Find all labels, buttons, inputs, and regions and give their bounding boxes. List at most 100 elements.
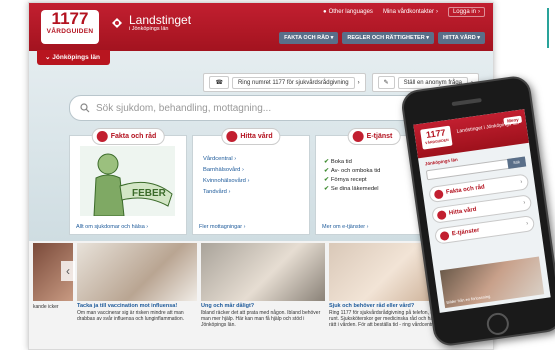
- etjanst-list: ✔ Boka tid ✔ Av- och omboka tid ✔ Förnya re…: [324, 158, 380, 194]
- e-service-icon: [439, 230, 450, 241]
- card-fakta-label: Fakta och råd: [110, 133, 157, 140]
- fever-banner: FEBER: [132, 188, 167, 199]
- article-title: Tacka ja till vaccination mot influensa!: [77, 303, 178, 309]
- etjanst-item-label: Av- och omboka tid: [330, 168, 381, 174]
- login-link[interactable]: Logga in ›: [447, 7, 485, 17]
- county-label: Jönköpings län: [52, 54, 100, 61]
- card-fakta-title[interactable]: Fakta och råd: [91, 128, 165, 145]
- mobile-county[interactable]: Jönköpings län: [425, 157, 458, 167]
- etjanst-item-label: Se dina läkemedel: [330, 186, 379, 192]
- etjanst-item[interactable]: ✔ Boka tid: [324, 158, 380, 167]
- info-icon: [433, 188, 444, 199]
- hitta-item-label: Barnhälsovård: [203, 167, 241, 173]
- carousel-prev-button[interactable]: ‹: [61, 261, 75, 281]
- etjanst-item[interactable]: ✔ Av- och omboka tid: [324, 167, 380, 176]
- article-title: Ung och mår dåligt?: [201, 303, 255, 309]
- other-languages-label: Other languages: [328, 9, 373, 15]
- top-links: ● Other languages Mina vårdkontakter › Log…: [323, 7, 485, 17]
- nav-hitta[interactable]: HITTA VÅRD ▾: [438, 32, 485, 44]
- card-fakta-footer-label: Allt om sjukdomar och hälsa: [76, 224, 145, 230]
- chevron-down-icon: ▾: [477, 35, 480, 41]
- mobile-logo[interactable]: 1177 VÅRDGUIDEN: [420, 125, 453, 150]
- location-icon: [226, 131, 238, 142]
- mobile-btn-label: Fakta och råd: [445, 184, 486, 196]
- my-contacts-link[interactable]: Mina vårdkontakter ›: [383, 7, 438, 17]
- hitta-item-label: Kvinnohälsovård: [203, 178, 246, 184]
- check-icon: ✔: [324, 168, 329, 174]
- chevron-down-icon: ⌄: [45, 54, 51, 61]
- mobile-btn-label: Hitta vård: [448, 206, 477, 217]
- check-icon: ✔: [324, 177, 329, 183]
- article-text: kande icker: [33, 304, 59, 310]
- landstinget-logo[interactable]: Landstinget i Jönköpings län: [109, 14, 191, 32]
- location-icon: [436, 209, 447, 220]
- chevron-down-icon: ▾: [330, 35, 334, 41]
- nav-fakta-label: FAKTA OCH RÅD: [284, 35, 330, 41]
- call-label: Ring numret 1177 för sjukvårdsrådgivning: [231, 76, 355, 89]
- hitta-item[interactable]: Vårdcentral ›: [203, 154, 249, 165]
- hitta-item-label: Vårdcentral: [203, 156, 233, 162]
- chevron-right-icon: ›: [435, 9, 438, 15]
- phone-speaker: [451, 98, 482, 107]
- chevron-down-icon: ▾: [426, 35, 429, 41]
- chevron-left-icon: ‹: [66, 264, 70, 278]
- phone-icon: ☎: [209, 76, 229, 89]
- county-selector[interactable]: ⌄ Jönköpings län: [37, 50, 110, 65]
- nav-regler-label: REGLER OCH RÄTTIGHETER: [347, 35, 425, 41]
- decorative-bar: [547, 8, 555, 48]
- card-hitta-footer[interactable]: Fler mottagningar ›: [199, 224, 245, 230]
- chat-icon: ✎: [377, 76, 395, 89]
- card-etjanst-footer-label: Mer om e-tjänster: [322, 224, 366, 230]
- article-text: Ring 1177 för sjukvårdsrådgivning på tel…: [329, 310, 447, 328]
- search-icon: [80, 103, 90, 113]
- chevron-right-icon: ›: [478, 9, 480, 15]
- doctor-illustration: FEBER: [80, 146, 175, 216]
- phone-screen: 1177 VÅRDGUIDEN Landstinget i Jönköpings …: [413, 109, 551, 313]
- login-label: Logga in: [452, 9, 476, 15]
- article-photo[interactable]: [77, 243, 197, 301]
- hitta-item[interactable]: Barnhälsovård ›: [203, 165, 249, 176]
- info-icon: [96, 131, 108, 142]
- nav-fakta[interactable]: FAKTA OCH RÅD ▾: [279, 32, 339, 44]
- hitta-item-label: Tandvård: [203, 189, 227, 195]
- nav-regler[interactable]: REGLER OCH RÄTTIGHETER ▾: [342, 32, 434, 44]
- landstinget-name: Landstinget: [129, 13, 192, 27]
- etjanst-item[interactable]: ✔ Förnya recept: [324, 176, 380, 185]
- nav-hitta-label: HITTA VÅRD: [443, 35, 476, 41]
- search-placeholder: Sök sjukdom, behandling, mottagning...: [96, 102, 272, 114]
- landstinget-icon: [112, 18, 122, 28]
- card-hitta-title[interactable]: Hitta vård: [221, 128, 281, 145]
- article-captions: kande icker Tacka ja till vaccination mo…: [29, 303, 493, 328]
- mobile-search-button[interactable]: Sök: [507, 156, 527, 169]
- globe-icon: ●: [322, 9, 327, 15]
- hitta-item[interactable]: Tandvård ›: [203, 187, 249, 198]
- hitta-item[interactable]: Kvinnohälsovård ›: [203, 176, 249, 187]
- site-logo[interactable]: 1177 VÅRDGUIDEN: [41, 10, 99, 44]
- mobile-header: 1177 VÅRDGUIDEN Landstinget i Jönköpings …: [413, 109, 529, 159]
- call-link[interactable]: ☎ Ring numret 1177 för sjukvårdsrådgivnin…: [203, 73, 366, 92]
- e-service-icon: [352, 131, 364, 142]
- card-etjanst-footer[interactable]: Mer om e-tjänster ›: [322, 224, 368, 230]
- article-caption[interactable]: Tacka ja till vaccination mot influensa!…: [77, 303, 197, 328]
- check-icon: ✔: [324, 186, 329, 192]
- etjanst-item-label: Förnya recept: [330, 177, 367, 183]
- chevron-right-icon: ›: [519, 179, 523, 186]
- article-caption[interactable]: kande icker: [33, 303, 73, 328]
- phone-home-button: [485, 311, 511, 337]
- article-caption[interactable]: Ung och mår dåligt? Ibland räcker det att…: [201, 303, 325, 328]
- etjanst-item-label: Boka tid: [330, 159, 352, 165]
- my-contacts-label: Mina vårdkontakter: [382, 9, 434, 15]
- other-languages-link[interactable]: ● Other languages: [323, 7, 373, 17]
- card-hitta-footer-label: Fler mottagningar: [199, 224, 243, 230]
- etjanst-item[interactable]: ✔ Se dina läkemedel: [324, 185, 380, 194]
- main-nav: FAKTA OCH RÅD ▾ REGLER OCH RÄTTIGHETER ▾…: [279, 32, 485, 44]
- chevron-right-icon: ›: [522, 199, 526, 207]
- card-hitta[interactable]: Hitta vård Vårdcentral › Barnhälsovård ›…: [192, 128, 310, 235]
- article-text: Ibland räcker det att prata med någon. I…: [201, 310, 321, 328]
- card-fakta-footer[interactable]: Allt om sjukdomar och hälsa ›: [76, 224, 148, 230]
- logo-number: 1177: [51, 9, 89, 28]
- card-etjanst-title[interactable]: E-tjänst: [347, 128, 401, 145]
- card-fakta[interactable]: Fakta och råd FEBER Allt om sjukdomar oc…: [69, 128, 187, 235]
- hitta-list: Vårdcentral › Barnhälsovård › Kvinnohäls…: [203, 154, 249, 198]
- article-photo[interactable]: [201, 243, 325, 301]
